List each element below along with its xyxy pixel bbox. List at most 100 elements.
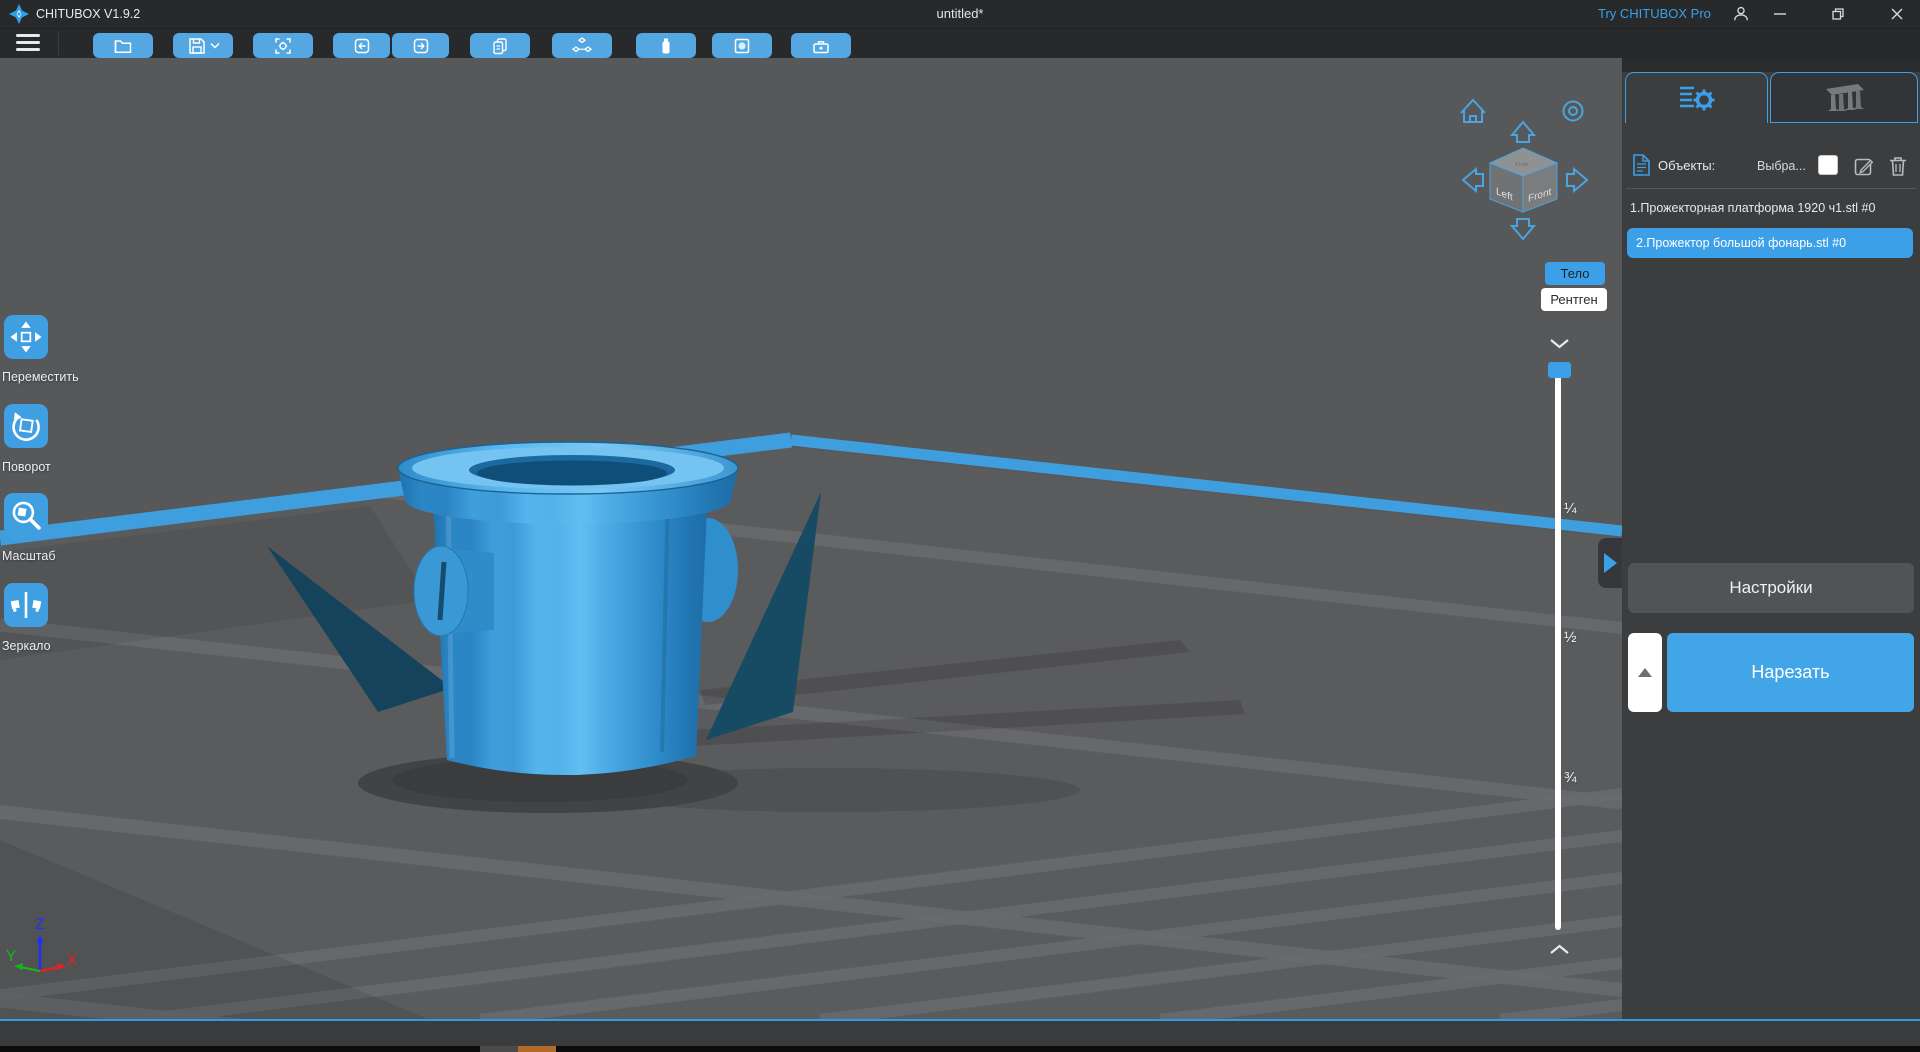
app-title: CHITUBOX V1.9.2 xyxy=(36,0,140,28)
main-menu-button[interactable] xyxy=(16,34,40,51)
slider-half-label: ½ xyxy=(1564,629,1577,646)
try-pro-link[interactable]: Try CHITUBOX Pro xyxy=(1598,0,1711,28)
copy-button[interactable] xyxy=(470,33,530,58)
resin-icon xyxy=(656,36,676,56)
mode-body-button[interactable]: Тело xyxy=(1545,262,1605,285)
layer-slider-handle[interactable] xyxy=(1548,362,1571,378)
objects-header: Объекты: xyxy=(1658,158,1715,173)
slider-quarter-label: ¼ xyxy=(1564,500,1577,517)
settings-tab-icon xyxy=(1676,82,1718,114)
tab-settings[interactable] xyxy=(1625,72,1768,123)
close-button[interactable] xyxy=(1880,0,1914,28)
title-bar: CHITUBOX V1.9.2 untitled* Try CHITUBOX P… xyxy=(0,0,1920,28)
tool-move-button[interactable] xyxy=(4,315,48,359)
scale-icon xyxy=(7,496,45,534)
perspective-toggle-button[interactable] xyxy=(1564,102,1583,121)
close-icon xyxy=(1889,6,1905,22)
resin-button[interactable] xyxy=(636,33,696,58)
select-all-checkbox[interactable] xyxy=(1818,155,1838,175)
object-list-item-selected[interactable]: 2.Прожектор большой фонарь.stl #0 xyxy=(1627,228,1913,258)
user-icon xyxy=(1732,5,1750,23)
tool-move-label: Переместить xyxy=(2,370,79,384)
rotate-up-arrow[interactable] xyxy=(1512,122,1534,142)
eye-icon xyxy=(1564,102,1583,121)
object-list-item[interactable]: 1.Прожекторная платформа 1920 ч1.stl #0 xyxy=(1630,196,1914,220)
save-button[interactable] xyxy=(173,33,233,58)
chevron-down-icon xyxy=(210,42,220,50)
auto-layout-icon xyxy=(571,36,593,56)
view-cube[interactable]: Left Front Top xyxy=(1490,148,1557,212)
minimize-button[interactable] xyxy=(1763,0,1797,28)
support-tab-icon xyxy=(1822,81,1866,115)
rotate-icon xyxy=(7,407,45,445)
delete-button[interactable] xyxy=(1888,155,1908,177)
model-bucket[interactable] xyxy=(398,442,738,775)
calibration-icon xyxy=(732,36,752,56)
tool-mirror-label: Зеркало xyxy=(2,639,51,653)
slice-button[interactable]: Нарезать xyxy=(1667,633,1914,712)
chitubox-window: CHITUBOX V1.9.2 untitled* Try CHITUBOX P… xyxy=(0,0,1920,1052)
viewport-3d[interactable] xyxy=(0,58,1622,1020)
trash-icon xyxy=(1890,158,1906,175)
tool-mirror-button[interactable] xyxy=(4,583,48,627)
mode-xray-button[interactable]: Рентген xyxy=(1541,288,1607,311)
chevron-up-icon xyxy=(1551,946,1568,953)
selected-header: Выбра... xyxy=(1757,159,1806,173)
copy-icon xyxy=(490,36,510,56)
panel-expander-button[interactable] xyxy=(1598,538,1622,588)
taskbar-segment xyxy=(480,1046,518,1052)
home-icon xyxy=(1461,100,1485,122)
rotate-down-arrow[interactable] xyxy=(1512,219,1534,239)
expand-right-icon xyxy=(1604,553,1617,573)
restore-icon xyxy=(1830,6,1846,22)
panel-top-strip xyxy=(1622,58,1920,72)
calibration-button[interactable] xyxy=(712,33,772,58)
triangle-up-icon xyxy=(1638,668,1652,677)
tool-scale-label: Масштаб xyxy=(2,549,55,563)
taskbar-segment-active xyxy=(518,1046,556,1052)
slider-threequarter-label: ¾ xyxy=(1564,769,1577,786)
settings-button[interactable]: Настройки xyxy=(1628,563,1914,613)
slice-options-button[interactable] xyxy=(1628,633,1662,712)
slider-step-up-button[interactable] xyxy=(1549,943,1570,956)
auto-layout-button[interactable] xyxy=(552,33,612,58)
screenshot-button[interactable] xyxy=(253,33,313,58)
minimize-icon xyxy=(1772,6,1788,22)
rotate-left-arrow[interactable] xyxy=(1463,169,1483,191)
tool-scale-button[interactable] xyxy=(4,493,48,537)
right-panel: Объекты: Выбра... 1.Прожекторная платфор… xyxy=(1622,58,1920,1020)
undo-icon xyxy=(352,36,372,56)
panel-separator xyxy=(1626,188,1916,189)
screenshot-icon xyxy=(273,36,293,56)
axis-indicator: Z Y X xyxy=(0,895,110,995)
move-icon xyxy=(7,318,45,356)
undo-button[interactable] xyxy=(333,33,390,58)
app-logo-icon xyxy=(9,4,29,24)
toolbox-icon xyxy=(811,36,831,56)
axis-y-label: Y xyxy=(6,948,17,965)
toolbox-button[interactable] xyxy=(791,33,851,58)
chevron-down-icon xyxy=(1551,340,1568,347)
tab-support[interactable] xyxy=(1770,72,1918,123)
redo-button[interactable] xyxy=(392,33,449,58)
taskbar-sliver xyxy=(0,1046,1920,1052)
home-view-button[interactable] xyxy=(1461,100,1485,122)
axis-x-label: X xyxy=(67,952,78,969)
slider-step-down-button[interactable] xyxy=(1549,337,1570,350)
save-icon xyxy=(187,36,207,56)
restore-button[interactable] xyxy=(1821,0,1855,28)
redo-icon xyxy=(411,36,431,56)
layer-slider-track[interactable] xyxy=(1555,370,1561,930)
cube-face-top-label: Top xyxy=(1513,161,1528,168)
rotate-right-arrow[interactable] xyxy=(1567,169,1587,191)
open-file-button[interactable] xyxy=(93,33,153,58)
account-button[interactable] xyxy=(1724,0,1758,28)
model-left-peg xyxy=(414,546,494,636)
rename-button[interactable] xyxy=(1854,156,1875,177)
toolbar-separator xyxy=(58,31,59,55)
tool-rotate-button[interactable] xyxy=(4,404,48,448)
axis-z-label: Z xyxy=(35,916,45,933)
document-icon xyxy=(1633,154,1650,176)
model-rim xyxy=(398,442,738,524)
view-navigation: Left Front Top xyxy=(1450,85,1600,250)
